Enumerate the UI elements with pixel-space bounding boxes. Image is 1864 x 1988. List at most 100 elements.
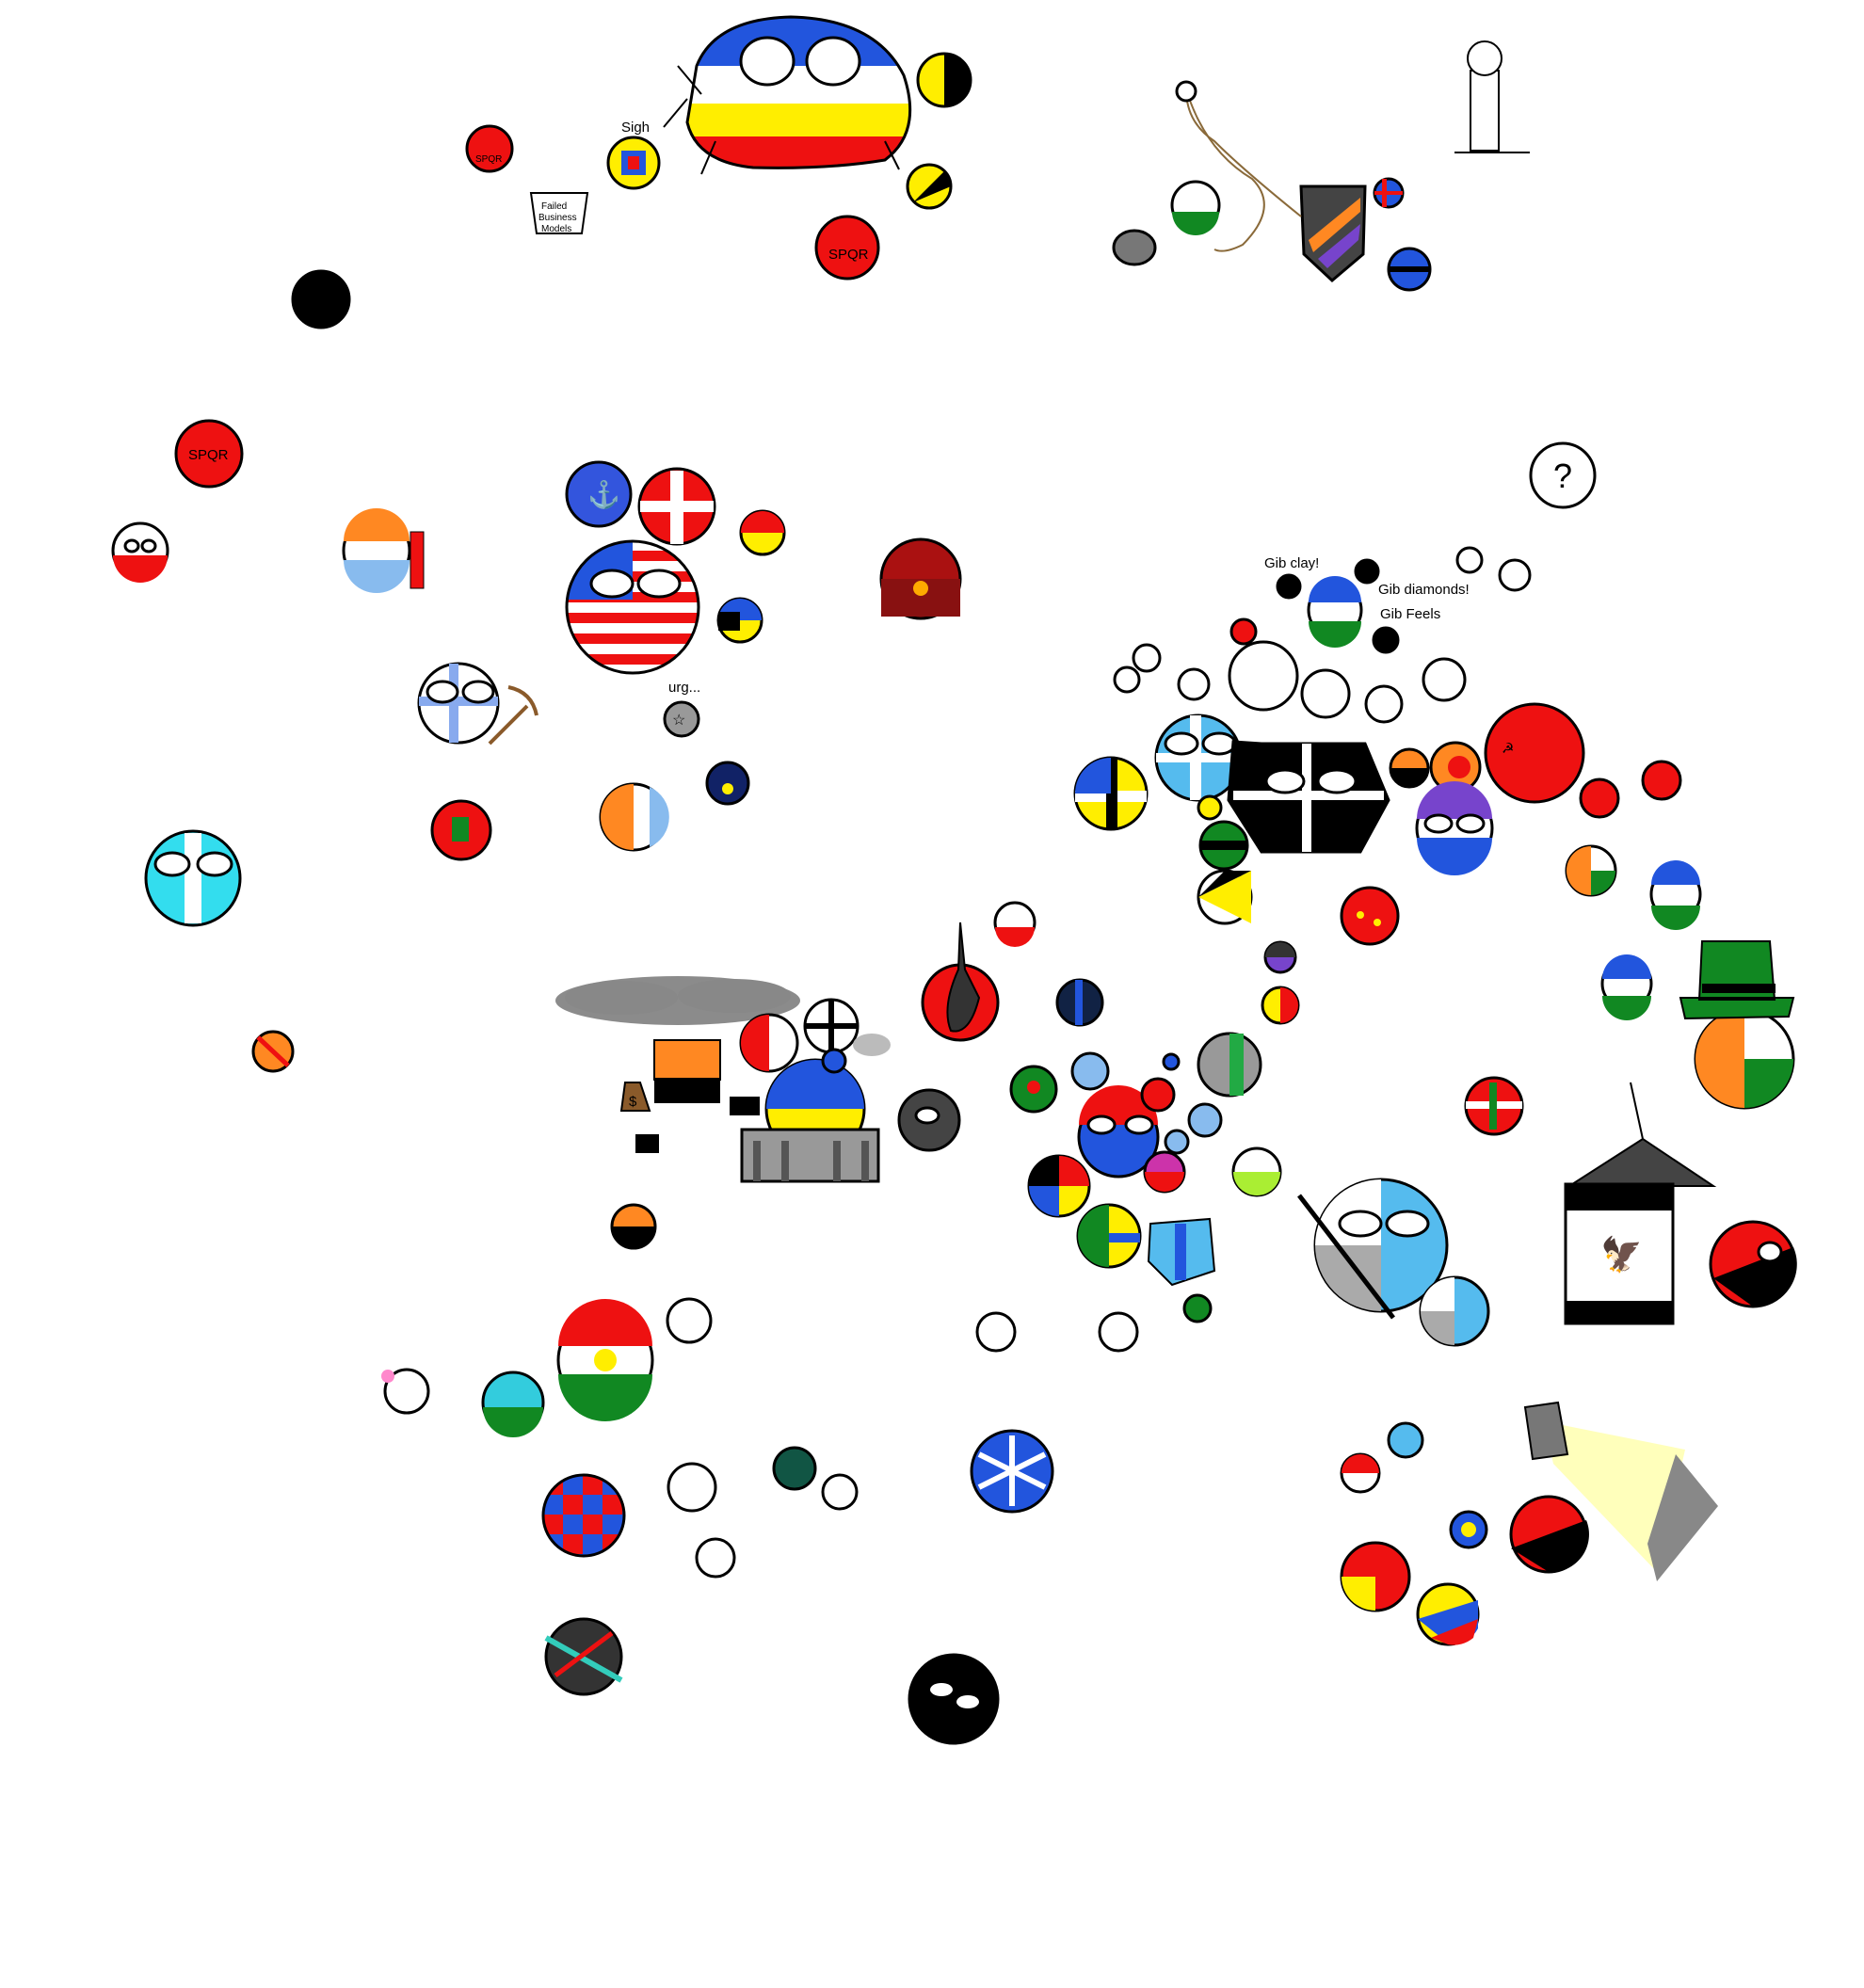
bucket-label-line1: Failed xyxy=(541,201,567,212)
urg-label: urg... xyxy=(668,680,700,696)
black-red-yellow-blue-ball xyxy=(1027,1154,1091,1218)
cyan-white-ball xyxy=(144,829,242,927)
blue-white-green-ball-b xyxy=(1649,860,1702,930)
red-hammer-ball: ☭ xyxy=(1484,702,1585,804)
orange-black-tower xyxy=(653,1039,721,1103)
red-white-cross-ball xyxy=(637,467,716,546)
black-box-b xyxy=(635,1134,659,1153)
gib-diamonds-label: Gib diamonds! xyxy=(1378,582,1470,598)
fk-ball: FK xyxy=(291,269,351,329)
spqr-dead-label: SPQR xyxy=(828,247,869,263)
tiny-white-ball-top xyxy=(1175,80,1197,103)
kurdistan-ball xyxy=(556,1299,654,1421)
green-ball-medium xyxy=(1198,820,1249,871)
leprechaun-hat-icon xyxy=(1679,940,1795,1020)
pickelhaube-helmet-icon xyxy=(1566,1082,1717,1187)
guitar-lava-ball xyxy=(921,922,1000,1042)
white-red-ball xyxy=(111,521,169,583)
nordic-cross-ball-small xyxy=(1373,177,1405,209)
white-ball-dead-m xyxy=(1098,1311,1139,1353)
polandball-collage-canvas: Sigh Failed Business Models SPQR SPQR FK xyxy=(111,15,1797,1745)
orange-white-blue-ball xyxy=(342,508,425,593)
fk-label: FK xyxy=(303,295,321,311)
tiny-black-ball-b xyxy=(1276,573,1302,600)
white-cross-ball-center xyxy=(803,998,860,1054)
checkered-ball xyxy=(541,1473,626,1558)
green-white-ball xyxy=(1170,180,1221,235)
white-ball-dead-c xyxy=(1132,643,1162,673)
black-red-yellow-ball xyxy=(716,597,763,644)
blue-white-green-ball-c xyxy=(1600,954,1653,1020)
white-ball-dead-e xyxy=(1177,667,1211,701)
white-ball-dead-h xyxy=(666,1297,713,1344)
dollar-glyph: $ xyxy=(629,1094,637,1110)
statue-icon xyxy=(1454,40,1530,153)
white-ball-dead-a xyxy=(1455,546,1484,574)
white-ball-dead-k xyxy=(695,1537,736,1579)
red-ball-small-a xyxy=(1579,778,1620,819)
dark-navy-cross-ball xyxy=(1055,978,1104,1027)
red-white-ball-center xyxy=(739,1013,799,1073)
sigh-label: Sigh xyxy=(621,120,650,136)
small-blue-ball xyxy=(821,1048,847,1074)
gray-cloud-small xyxy=(853,1034,891,1056)
bucket-label-line2: Business xyxy=(538,213,577,223)
small-lightblue-ball xyxy=(1187,1102,1223,1138)
leprechaun-hat-ball xyxy=(1679,940,1795,1110)
white-blue-cross-ball xyxy=(417,662,538,746)
orange-black-diagonal-ball xyxy=(610,1203,657,1250)
spqr-label: SPQR xyxy=(475,154,502,165)
large-striped-ball xyxy=(663,15,912,175)
yellow-black-diagonal-ball xyxy=(1197,869,1253,925)
yellow-blue-building-ball xyxy=(740,1058,880,1183)
sigh-ball: Sigh xyxy=(606,120,661,190)
pink-red-ball xyxy=(1143,1150,1186,1194)
hammer-sickle-glyph: ☭ xyxy=(1502,741,1514,757)
bucket-label-line3: Models xyxy=(541,224,571,234)
question-mark: ? xyxy=(1553,457,1572,495)
failed-business-models-bucket: Failed Business Models xyxy=(529,192,589,234)
diamond-sword-ball xyxy=(544,1617,623,1696)
orange-black-small-ball xyxy=(1389,747,1430,789)
red-white-green-ball xyxy=(1464,1076,1524,1136)
white-red-small-ball-b xyxy=(1340,1452,1381,1494)
blue-red-cross-ball xyxy=(1387,247,1432,292)
spqr-ball-dead: SPQR xyxy=(814,215,880,281)
eagle-icon: 🦅 xyxy=(1600,1234,1643,1274)
white-ball-dead-i xyxy=(667,1462,717,1513)
cyan-green-ball xyxy=(481,1371,545,1437)
green-blue-small-ball xyxy=(772,1446,817,1491)
tiny-black-ball-c xyxy=(1372,626,1400,654)
white-ball-dead-d xyxy=(1113,665,1141,694)
white-ball-dead-f xyxy=(1364,684,1404,724)
red-green-ball xyxy=(430,799,492,861)
pentagram-icon: ☆ xyxy=(672,713,685,729)
blue-cross-shape xyxy=(1147,1217,1216,1287)
red-yellow-small-ball xyxy=(739,509,786,556)
money-bag: $ xyxy=(619,1082,651,1112)
yellow-blue-red-ball xyxy=(1416,1582,1480,1646)
tiny-blue-ball xyxy=(1162,1052,1181,1071)
white-ball-dead-j xyxy=(821,1473,859,1511)
red-white-ball-right xyxy=(993,901,1036,947)
orange-white-green-ball-a xyxy=(1565,844,1617,897)
tiny-yellow-ball xyxy=(1197,794,1223,821)
white-smiling-ball-small xyxy=(1300,668,1351,719)
striped-shield xyxy=(1299,184,1367,283)
orange-white-lightblue-ball xyxy=(599,782,669,852)
spqr-large-label: SPQR xyxy=(188,447,229,463)
green-yellow-blue-ball xyxy=(1076,1203,1142,1269)
red-yellow-star-ball xyxy=(1340,1541,1411,1612)
green-red-ball xyxy=(1009,1065,1058,1114)
black-laughing-ball xyxy=(908,1653,1000,1745)
white-smiling-ball xyxy=(1228,640,1299,712)
snowflake-ball xyxy=(970,1429,1054,1514)
small-gray-ball xyxy=(1112,229,1157,266)
blue-anchor-ball: ⚓ xyxy=(565,460,633,528)
dark-blue-ball xyxy=(705,761,750,806)
yellow-black-ball xyxy=(916,52,972,108)
black-hexagon-cross xyxy=(1227,740,1390,854)
blue-yellow-white-ball xyxy=(1073,756,1149,831)
pink-bow-ball xyxy=(381,1368,430,1415)
tiny-red-ball xyxy=(1229,617,1258,646)
